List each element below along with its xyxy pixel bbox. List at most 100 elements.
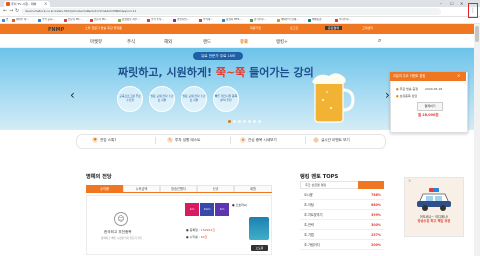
url-field[interactable]: daum.fnstock.co.kr/index.htm?pmode=lst&m… <box>21 8 441 15</box>
target-icon: ◎ <box>313 137 319 143</box>
bookmark-item[interactable]: 한국투자... <box>250 18 266 22</box>
bookmark-item[interactable]: 증권정보 지수... <box>118 18 140 22</box>
tab-broadcaster[interactable]: 방송진행자 <box>160 185 197 192</box>
maximize-icon[interactable]: ☐ <box>450 1 454 6</box>
bookmark-item[interactable]: 앱 <box>2 18 8 22</box>
back-icon[interactable]: ← <box>3 8 7 14</box>
beer-mug-image <box>312 73 355 123</box>
bookmark-favicon-icon <box>12 18 15 22</box>
ranking-header-button[interactable] <box>358 181 384 189</box>
mentor-name[interactable]: 한국최고 추천종목 <box>104 230 132 235</box>
bookmark-favicon-icon <box>277 18 280 22</box>
mentor-avatar[interactable]: ☺ <box>114 212 128 226</box>
site-logo[interactable]: FNMP 스탁 <box>48 26 75 33</box>
bookmark-label: 주식 공시... <box>42 18 55 21</box>
quick-link-1[interactable]: ♥ 전업 스톡? <box>92 137 116 143</box>
bookmark-item[interactable]: 증권사 HTS... <box>222 18 242 22</box>
quick-link-4[interactable]: ◎ 실시간 이벤트 보기 <box>313 137 350 143</box>
scrollbar-thumb[interactable] <box>475 26 479 42</box>
signup-link[interactable]: 회원가입 <box>250 26 261 30</box>
mentor-card-button[interactable]: 오토워 <box>251 245 268 251</box>
banner-prev-arrow-icon[interactable]: ‹ <box>70 88 75 102</box>
mentor-card-image[interactable] <box>249 217 269 240</box>
popup-close-icon[interactable]: × <box>457 73 460 78</box>
banner-benefit-4: 빠른 테크니컬 종목 분석 추천 <box>213 86 239 112</box>
bookmark-favicon-icon <box>90 18 93 22</box>
ranking-value: 680% <box>371 203 381 207</box>
bookmark-item[interactable]: 전문가 PC... <box>64 18 82 22</box>
popup-header: 오늘의 주요 이벤트 알림 <box>390 72 466 81</box>
book-cover[interactable]: 1m <box>215 203 229 216</box>
top-slogan: 스타 전문가 방송 최강 플랫폼 <box>85 26 122 30</box>
bookmark-item[interactable]: 대박주 아... <box>12 18 29 22</box>
bookmark-item[interactable]: 주식 공시... <box>38 18 55 22</box>
nav-item-ranking[interactable]: 랭킹+ <box>276 39 288 45</box>
search-icon[interactable]: ⌕ <box>378 37 381 45</box>
bookmark-item[interactable]: 매매동향 <box>308 18 322 22</box>
bookmark-label: 앱 <box>6 18 9 21</box>
tab-close-icon[interactable]: × <box>44 1 47 6</box>
book-cover[interactable]: 10m <box>200 203 214 216</box>
ranking-row[interactable]: 오시윤 788% <box>300 191 384 200</box>
support-link[interactable]: 고객센터 <box>362 26 373 30</box>
live-pill[interactable]: 유료 전문가 무료 LIVE <box>193 52 244 60</box>
popup-row: ● 보유종목 상담 <box>396 94 418 98</box>
window-close-icon[interactable]: ✕ <box>460 1 463 6</box>
tab-return[interactable]: 수익률 <box>86 185 123 192</box>
bookmark-item[interactable]: 주식 투자... <box>147 18 164 22</box>
ranking-row[interactable]: 초.이팅 680% <box>300 201 384 210</box>
police-car-icon <box>417 188 451 211</box>
pagination-dot[interactable] <box>253 120 256 123</box>
quick-link-2[interactable]: ✎ 투자 성향 테스트 <box>167 137 200 143</box>
bookmark-item[interactable]: 해외주식 현재... <box>277 18 299 22</box>
bookmark-favicon-icon <box>308 18 311 22</box>
bookmark-favicon-icon <box>147 18 150 22</box>
tab-member[interactable]: 회원 <box>234 185 272 192</box>
ranking-row[interactable]: 초.차트맞추기 399% <box>300 211 384 220</box>
mentor-desc: 정확하고 빠른 시장분석과 전문가 추천 <box>101 237 143 240</box>
pagination-dot[interactable] <box>238 120 241 123</box>
pagination-dot[interactable] <box>228 120 231 123</box>
pagination-dot[interactable] <box>258 120 261 123</box>
pagination-dot[interactable] <box>243 120 246 123</box>
login-link[interactable]: 로그인 <box>290 26 298 30</box>
ranking-row[interactable]: 초.전략 300% <box>300 221 384 230</box>
mentor-stat: ● 수익률 : 64건 <box>186 235 208 239</box>
ranking-row[interactable]: 초.가림이지 200% <box>300 241 384 250</box>
minimize-icon[interactable]: – <box>440 1 442 6</box>
popup-pay-button[interactable]: 결제하기 <box>417 102 443 111</box>
reload-icon[interactable]: ↻ <box>15 8 19 14</box>
kebab-menu-icon: ⋮ <box>470 7 476 14</box>
quick-link-3[interactable]: ★ 관심 종목 시세보기 <box>240 137 277 143</box>
nav-item-land[interactable]: 랜드 <box>203 39 211 45</box>
bookmark-item[interactable]: 관심기업... <box>173 18 189 22</box>
bookmark-label: 매매동향 <box>312 18 322 21</box>
bookmark-label: 한국투자... <box>254 18 267 21</box>
book-cover[interactable]: 1m <box>185 203 199 216</box>
pagination-dot[interactable] <box>233 120 236 123</box>
bookmark-item[interactable]: 전문가 PC... <box>90 18 108 22</box>
nav-item-marketview[interactable]: 마켓뷰 <box>90 39 102 45</box>
nav-item-paid[interactable]: 유료 <box>240 39 248 45</box>
popup-row: ● 무료 방송 증정 2020.05.18 <box>396 87 443 91</box>
tab-cumulative[interactable]: 누적금액 <box>123 185 160 192</box>
tab-favicon-icon <box>6 2 10 6</box>
bookmark-label: 관심기업... <box>177 18 190 21</box>
bookmark-label: 증권정보 지수... <box>122 18 140 21</box>
ad-close-icon[interactable]: × <box>408 178 411 183</box>
bookmark-item[interactable]: 우리투자... <box>335 18 351 22</box>
mentor-stat: ● 등록일 : 152902건 <box>186 228 216 232</box>
nav-item-stock[interactable]: 주식 <box>127 39 135 45</box>
payment-link[interactable]: 유료결제 <box>325 26 343 30</box>
nav-item-overseas[interactable]: 해외 <box>164 39 172 45</box>
bookmark-item[interactable]: 주식개... <box>199 18 213 22</box>
browser-menu-button[interactable]: ⋮ <box>468 3 478 18</box>
banner-headline: 짜릿하고, 시원하게! 쭉~쭉 들어가는 강의 <box>118 66 314 79</box>
page-scrollbar[interactable] <box>474 24 480 256</box>
pagination-dot[interactable] <box>248 120 251 123</box>
mentor-tag: ● 오호라씨 <box>232 203 247 207</box>
tab-new[interactable]: 신규 <box>197 185 234 192</box>
bookmark-favicon-icon <box>38 18 41 22</box>
forward-icon[interactable]: → <box>9 8 13 14</box>
ranking-row[interactable]: 초.기법 257% <box>300 231 384 240</box>
